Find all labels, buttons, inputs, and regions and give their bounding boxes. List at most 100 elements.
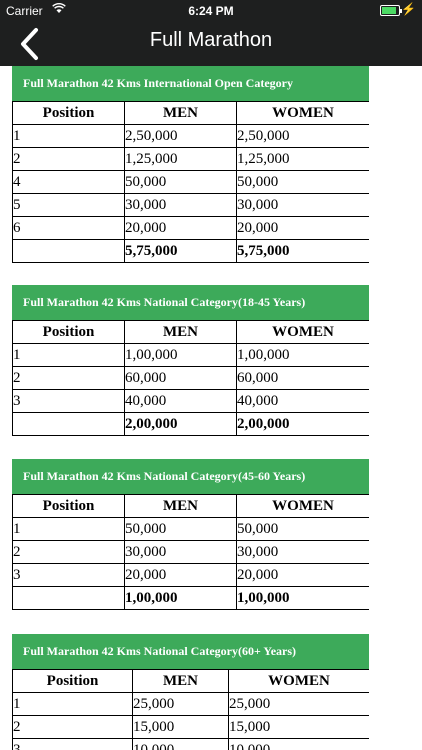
total-row: 5,75,000 5,75,000 [12,239,369,263]
men-prize-cell: 25,000 [132,692,229,716]
women-prize-cell: 50,000 [236,517,369,541]
position-cell [12,239,125,263]
column-header-position: Position [12,320,125,344]
women-prize-cell: 50,000 [236,170,369,194]
women-prize-cell: 1,00,000 [236,343,369,367]
column-header-men: MEN [132,669,229,693]
prize-section-international-open: Full Marathon 42 Kms International Open … [12,66,369,263]
women-total-cell: 1,00,000 [236,586,369,610]
column-header-women: WOMEN [236,320,369,344]
column-header-women: WOMEN [236,101,369,125]
table-row: 3 40,000 40,000 [12,389,369,413]
women-prize-cell: 10,000 [228,738,369,750]
position-cell: 2 [12,540,125,564]
position-cell: 2 [12,147,125,171]
table-row: 1 2,50,000 2,50,000 [12,124,369,148]
prize-content[interactable]: Full Marathon 42 Kms International Open … [12,66,369,750]
women-prize-cell: 30,000 [236,193,369,217]
section-title: Full Marathon 42 Kms National Category(1… [12,285,369,320]
table-row: 6 20,000 20,000 [12,216,369,240]
total-row: 2,00,000 2,00,000 [12,412,369,436]
charging-icon: ⚡ [401,2,416,16]
women-prize-cell: 25,000 [228,692,369,716]
table-row: 2 15,000 15,000 [12,715,369,739]
men-total-cell: 2,00,000 [124,412,237,436]
table-row: 4 50,000 50,000 [12,170,369,194]
table-row: 2 1,25,000 1,25,000 [12,147,369,171]
table-row: 1 50,000 50,000 [12,517,369,541]
section-title: Full Marathon 42 Kms National Category(4… [12,459,369,494]
column-header-men: MEN [124,494,237,518]
women-prize-cell: 15,000 [228,715,369,739]
prize-table: Position MEN WOMEN 1 2,50,000 2,50,000 2… [12,101,369,263]
women-prize-cell: 40,000 [236,389,369,413]
total-row: 1,00,000 1,00,000 [12,586,369,610]
men-prize-cell: 20,000 [124,563,237,587]
page-title: Full Marathon [149,29,273,51]
battery-icon [380,5,402,16]
position-cell [12,412,125,436]
women-prize-cell: 2,50,000 [236,124,369,148]
position-cell: 1 [12,124,125,148]
table-row: 1 25,000 25,000 [12,692,369,716]
men-prize-cell: 30,000 [124,193,237,217]
men-prize-cell: 20,000 [124,216,237,240]
position-cell [12,586,125,610]
position-cell: 1 [12,692,133,716]
table-header-row: Position MEN WOMEN [12,320,369,344]
prize-table: Position MEN WOMEN 1 25,000 25,000 2 15,… [12,669,369,750]
position-cell: 6 [12,216,125,240]
men-prize-cell: 40,000 [124,389,237,413]
position-cell: 3 [12,563,125,587]
table-header-row: Position MEN WOMEN [12,101,369,125]
position-cell: 1 [12,517,125,541]
prize-table: Position MEN WOMEN 1 50,000 50,000 2 30,… [12,494,369,610]
women-total-cell: 2,00,000 [236,412,369,436]
clock-label: 6:24 PM [188,4,234,18]
men-prize-cell: 15,000 [132,715,229,739]
column-header-men: MEN [124,101,237,125]
women-prize-cell: 1,25,000 [236,147,369,171]
men-prize-cell: 50,000 [124,517,237,541]
prize-section-national-45-60: Full Marathon 42 Kms National Category(4… [12,459,369,610]
men-total-cell: 5,75,000 [124,239,237,263]
women-prize-cell: 60,000 [236,366,369,390]
navigation-bar: Carrier 6:24 PM ⚡ Full Marathon [0,0,422,66]
women-prize-cell: 30,000 [236,540,369,564]
column-header-women: WOMEN [236,494,369,518]
table-row: 1 1,00,000 1,00,000 [12,343,369,367]
table-header-row: Position MEN WOMEN [12,669,369,693]
men-total-cell: 1,00,000 [124,586,237,610]
table-row: 2 60,000 60,000 [12,366,369,390]
men-prize-cell: 10,000 [132,738,229,750]
women-prize-cell: 20,000 [236,563,369,587]
men-prize-cell: 30,000 [124,540,237,564]
table-row: 2 30,000 30,000 [12,540,369,564]
men-prize-cell: 60,000 [124,366,237,390]
position-cell: 2 [12,366,125,390]
section-title: Full Marathon 42 Kms International Open … [12,66,369,101]
women-total-cell: 5,75,000 [236,239,369,263]
prize-section-national-18-45: Full Marathon 42 Kms National Category(1… [12,285,369,436]
table-header-row: Position MEN WOMEN [12,494,369,518]
section-title: Full Marathon 42 Kms National Category(6… [12,634,369,669]
women-prize-cell: 20,000 [236,216,369,240]
column-header-women: WOMEN [228,669,369,693]
table-row: 3 10,000 10,000 [12,738,369,750]
men-prize-cell: 1,00,000 [124,343,237,367]
position-cell: 3 [12,738,133,750]
table-row: 5 30,000 30,000 [12,193,369,217]
men-prize-cell: 50,000 [124,170,237,194]
position-cell: 1 [12,343,125,367]
column-header-men: MEN [124,320,237,344]
column-header-position: Position [12,101,125,125]
prize-table: Position MEN WOMEN 1 1,00,000 1,00,000 2… [12,320,369,436]
position-cell: 4 [12,170,125,194]
position-cell: 2 [12,715,133,739]
position-cell: 3 [12,389,125,413]
men-prize-cell: 2,50,000 [124,124,237,148]
men-prize-cell: 1,25,000 [124,147,237,171]
prize-section-national-60-plus: Full Marathon 42 Kms National Category(6… [12,634,369,750]
column-header-position: Position [12,494,125,518]
position-cell: 5 [12,193,125,217]
